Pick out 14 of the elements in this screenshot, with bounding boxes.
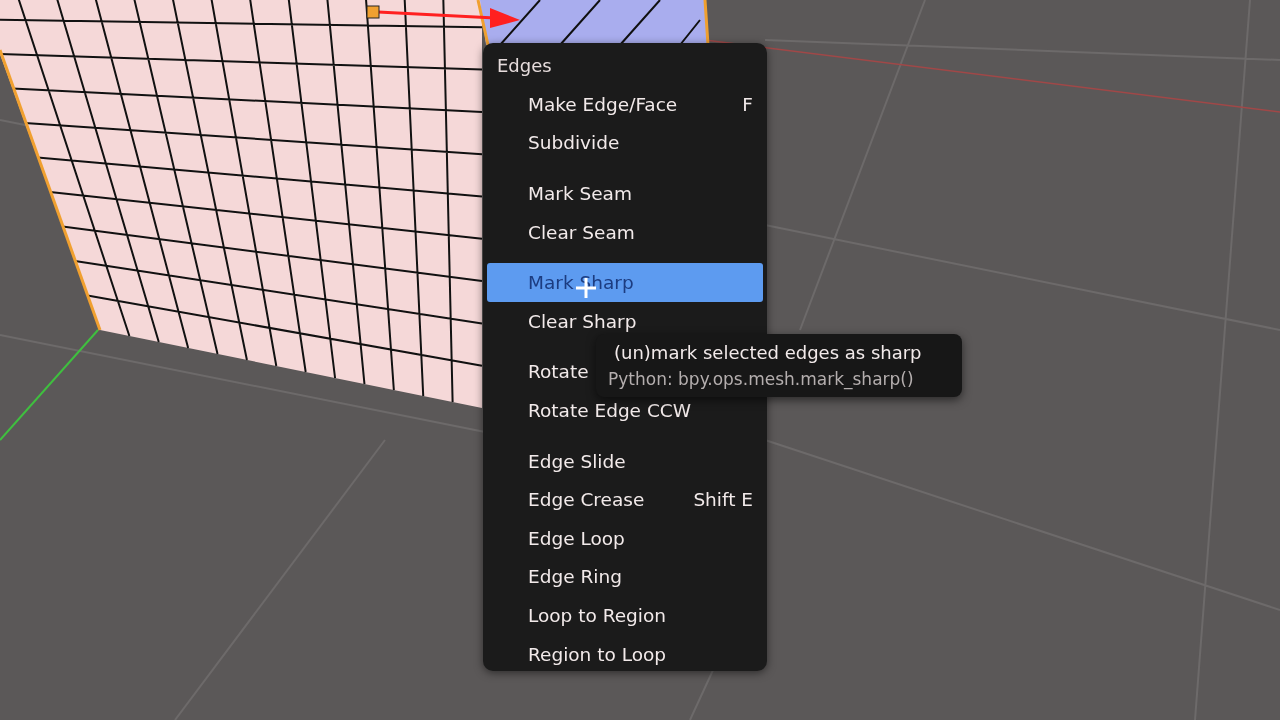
menu-item[interactable]: Make Edge/Face F bbox=[487, 85, 763, 124]
tooltip-python: Python: bpy.ops.mesh.mark_sharp() bbox=[608, 369, 915, 389]
menu-item[interactable]: Subdivide bbox=[487, 123, 763, 163]
menu-title: Edges bbox=[496, 54, 553, 78]
tooltip-description: (un)mark selected edges as sharp bbox=[613, 342, 923, 363]
menu-item[interactable]: Clear Seam bbox=[487, 212, 763, 252]
menu-item[interactable]: Edge Slide bbox=[487, 441, 763, 481]
menu-item[interactable]: Mark Seam bbox=[487, 174, 763, 213]
menu-item[interactable]: Region to Loop bbox=[487, 634, 763, 674]
transform-gizmo-icon bbox=[366, 5, 520, 28]
menu-item[interactable]: Edge Crease Shift E bbox=[487, 480, 763, 519]
menu-item[interactable]: Edge Ring bbox=[487, 557, 763, 597]
menu-item[interactable]: Edge Loop bbox=[487, 518, 763, 558]
menu-item[interactable]: Loop to Region bbox=[487, 596, 763, 635]
